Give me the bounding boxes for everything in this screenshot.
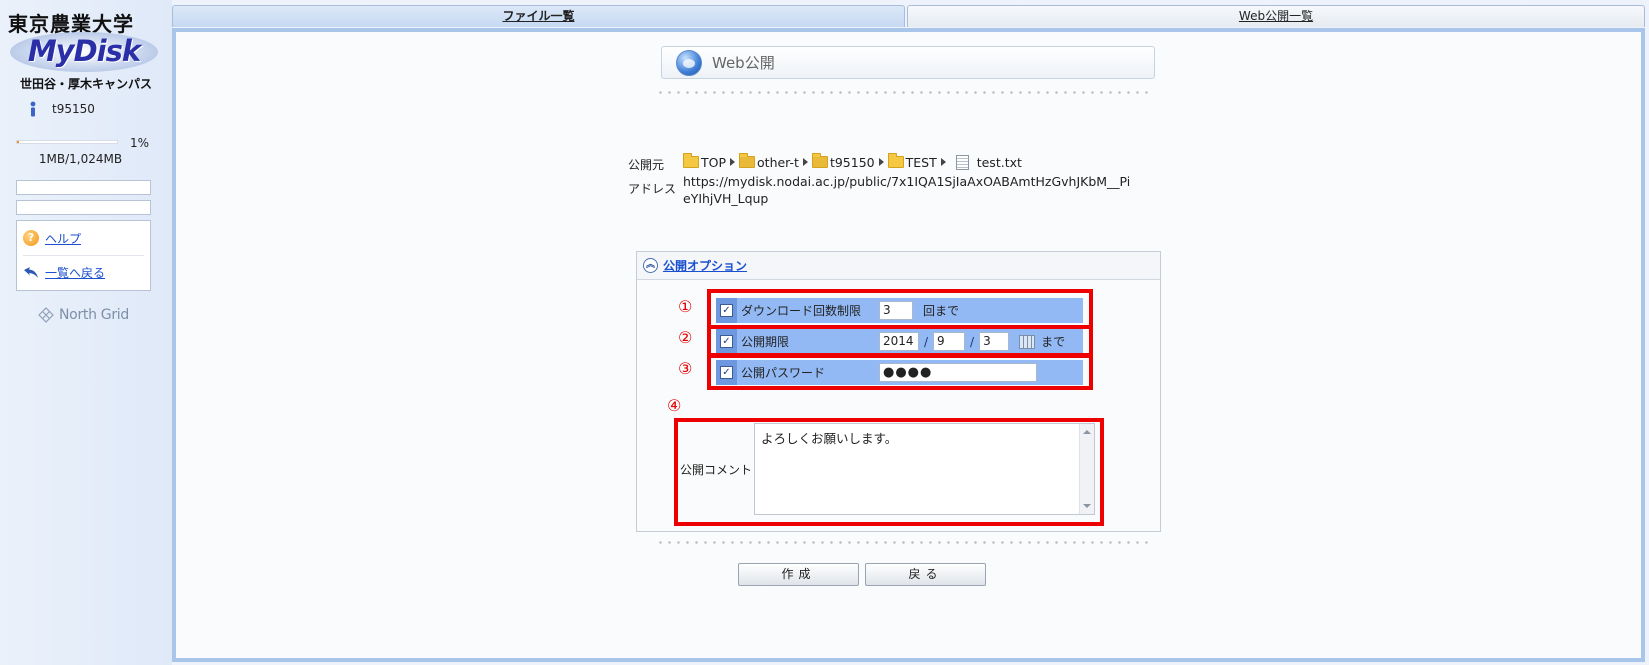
main-content: Web公開 公開元 TOP other-t t95150 TEST test.t… — [176, 32, 1641, 658]
shared-folder-icon — [739, 153, 756, 168]
text-file-icon — [955, 154, 969, 170]
back-button[interactable]: 戻る — [865, 563, 986, 586]
tab-file-list-label: ファイル一覧 — [502, 9, 575, 23]
northgrid-text: North Grid — [59, 307, 129, 323]
mydisk-logo[interactable]: 東京農業大学 MyDisk 世田谷・厚木キャンパス — [4, 4, 164, 92]
northgrid-icon — [38, 307, 54, 323]
source-file-name: test.txt — [976, 154, 1022, 170]
page-title-box: Web公開 — [661, 46, 1155, 79]
disk-usage-fill — [17, 141, 19, 143]
globe-icon — [676, 49, 702, 76]
help-link[interactable]: ヘルプ — [45, 230, 81, 247]
dotted-divider-bottom — [656, 541, 1151, 544]
path-arrow-icon — [878, 158, 884, 166]
create-button[interactable]: 作成 — [738, 563, 859, 586]
marker-4: ④ — [667, 396, 682, 415]
back-to-list-link[interactable]: 一覧へ戻る — [45, 264, 105, 281]
public-url[interactable]: https://mydisk.nodai.ac.jp/public/7x1IQA… — [683, 173, 1133, 207]
main-panel: Web公開 公開元 TOP other-t t95150 TEST test.t… — [172, 28, 1645, 662]
tab-web-public-list-label: Web公開一覧 — [1238, 9, 1314, 23]
folder-icon — [887, 153, 904, 168]
user-folder-icon — [811, 153, 828, 168]
tab-web-public-list[interactable]: Web公開一覧 — [907, 5, 1645, 27]
source-path: TOP other-t t95150 TEST test.txt — [683, 153, 1022, 171]
highlight-box-3 — [707, 354, 1093, 390]
user-info: t95150 — [28, 101, 95, 117]
highlight-box-1 — [707, 289, 1093, 329]
public-options-toggle-link[interactable]: 公開オプション — [663, 257, 747, 274]
folder-icon — [683, 153, 699, 168]
path-arrow-icon — [802, 158, 808, 166]
sidebar-item-back[interactable]: 一覧へ戻る — [23, 255, 144, 289]
highlight-box-4 — [674, 418, 1104, 526]
dotted-divider-top — [656, 91, 1151, 94]
sidebar-menu: ? ヘルプ 一覧へ戻る — [16, 220, 151, 291]
disk-usage-bar — [16, 140, 118, 144]
disk-usage-percent: 1% — [130, 136, 150, 150]
sidebar-blank-box-1 — [16, 180, 151, 195]
path-segment-test: TEST — [905, 154, 937, 170]
northgrid-logo: North Grid — [36, 305, 129, 325]
path-arrow-icon — [940, 158, 946, 166]
address-label: アドレス — [628, 182, 677, 196]
sidebar-item-help[interactable]: ? ヘルプ — [23, 221, 144, 255]
user-info-icon — [30, 101, 36, 117]
logo-disk-emblem: MyDisk — [10, 32, 158, 72]
path-arrow-icon — [730, 158, 736, 166]
user-id: t95150 — [52, 102, 95, 116]
page-title: Web公開 — [712, 54, 775, 72]
path-segment-top: TOP — [701, 154, 727, 170]
marker-1: ① — [678, 297, 693, 316]
logo-campus-name: 世田谷・厚木キャンパス — [19, 77, 152, 91]
help-icon: ? — [23, 230, 39, 246]
highlight-box-2 — [707, 325, 1093, 357]
public-options-panel: ︽ 公開オプション ① ✓ ダウンロード回数制限 3 回まで ② ✓ 公開期限 — [636, 251, 1161, 532]
collapse-icon[interactable]: ︽ — [643, 258, 658, 273]
logo-product-name: MyDisk — [27, 34, 141, 68]
sidebar-blank-box-2 — [16, 200, 151, 215]
public-options-header[interactable]: ︽ 公開オプション — [637, 252, 1160, 280]
logo-university-name: 東京農業大学 — [8, 12, 134, 36]
disk-usage-text: 1MB/1,024MB — [38, 152, 123, 166]
path-segment-user: t95150 — [829, 154, 875, 170]
path-segment-other: other-t — [757, 154, 799, 170]
marker-2: ② — [678, 328, 693, 347]
back-arrow-icon — [24, 266, 38, 278]
source-label: 公開元 — [628, 158, 665, 172]
sidebar: 東京農業大学 MyDisk 世田谷・厚木キャンパス t95150 1% 1MB/… — [0, 0, 172, 665]
marker-3: ③ — [678, 359, 693, 378]
tab-file-list[interactable]: ファイル一覧 — [172, 5, 905, 27]
